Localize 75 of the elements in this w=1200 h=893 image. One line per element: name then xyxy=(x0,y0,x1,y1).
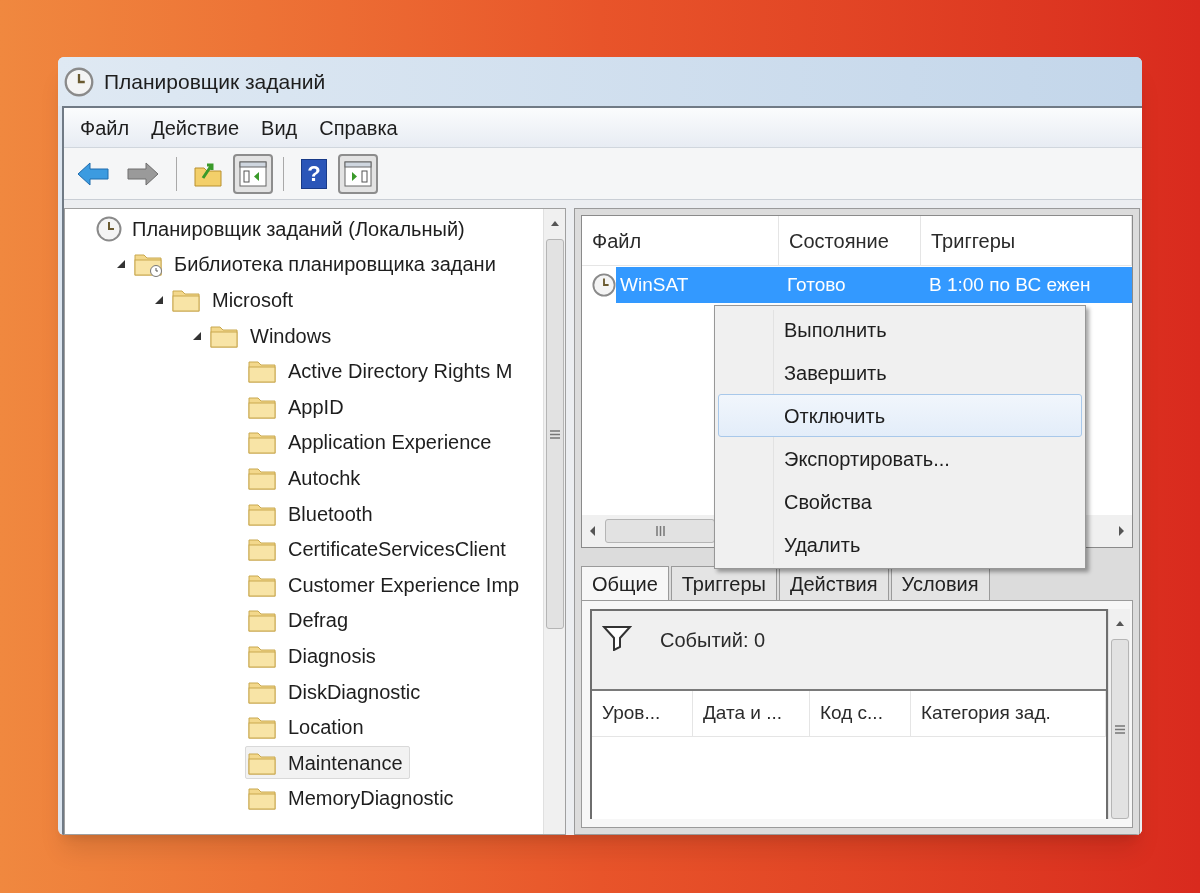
grip-icon xyxy=(655,526,665,536)
column-header[interactable]: Категория зад. xyxy=(911,691,1106,736)
tab[interactable]: Общие xyxy=(581,566,669,600)
tree-item[interactable]: Windows xyxy=(207,319,339,353)
scroll-left-arrow-icon[interactable] xyxy=(590,526,595,536)
tree-item[interactable]: Defrag xyxy=(245,603,356,637)
menu-item[interactable]: Экспортировать... xyxy=(718,437,1082,480)
menu-item[interactable]: Выполнить xyxy=(718,308,1082,351)
menu-item[interactable]: Вид xyxy=(253,113,306,143)
tree-item[interactable]: Microsoft xyxy=(169,283,301,317)
menu-item[interactable]: Справка xyxy=(311,113,406,143)
tree-item[interactable]: MemoryDiagnostic xyxy=(245,781,461,815)
menu-item[interactable]: Свойства xyxy=(718,480,1082,523)
grip-icon xyxy=(549,429,560,439)
tree-item[interactable]: Библиотека планировщика задани xyxy=(131,247,503,281)
window-title: Планировщик заданий xyxy=(104,68,326,95)
menu-item[interactable]: Завершить xyxy=(718,351,1082,394)
tree-item[interactable]: Bluetooth xyxy=(245,497,380,531)
tree-item[interactable]: Customer Experience Imp xyxy=(245,568,527,602)
filter-icon xyxy=(602,625,632,651)
vertical-scrollbar[interactable] xyxy=(543,209,565,834)
scrollbar-thumb[interactable] xyxy=(605,519,715,543)
folder-icon xyxy=(248,785,278,812)
expander-icon[interactable] xyxy=(154,295,164,305)
column-header[interactable]: Состояние xyxy=(779,216,921,265)
menu-item[interactable]: Файл xyxy=(72,113,138,143)
clock-icon xyxy=(96,215,122,242)
scroll-up-arrow-icon[interactable] xyxy=(549,221,560,227)
tree-item[interactable]: CertificateServicesClient xyxy=(245,532,513,566)
forward-arrow-icon[interactable] xyxy=(126,160,160,187)
clock-icon xyxy=(592,273,616,297)
grip-icon xyxy=(1114,724,1125,734)
tree-item[interactable]: Maintenance xyxy=(245,746,410,780)
tree-item[interactable]: Active Directory Rights M xyxy=(245,354,520,388)
folder-icon xyxy=(248,536,278,563)
folder-icon xyxy=(248,358,278,385)
scrollbar-thumb[interactable] xyxy=(545,239,564,629)
pane-toggle-icon[interactable] xyxy=(239,160,267,187)
scroll-right-arrow-icon[interactable] xyxy=(1119,526,1124,536)
pane-toggle-icon[interactable] xyxy=(344,160,372,187)
column-header[interactable]: Уров... xyxy=(592,691,693,736)
menu-item[interactable]: Отключить xyxy=(718,394,1082,437)
vertical-scrollbar[interactable] xyxy=(1108,609,1130,819)
tree-item[interactable]: Планировщик заданий (Локальный) xyxy=(93,212,472,246)
tab[interactable]: Триггеры xyxy=(670,566,777,600)
toolbar-button[interactable] xyxy=(338,153,378,194)
table-cell-text: WinSAT xyxy=(619,272,690,297)
folder-icon xyxy=(172,287,202,313)
column-header[interactable]: Дата и ... xyxy=(693,691,810,736)
expander-icon[interactable] xyxy=(192,330,202,341)
back-arrow-icon[interactable] xyxy=(76,160,110,187)
tree-item[interactable]: Application Experience xyxy=(245,425,499,459)
tree-item[interactable]: DiskDiagnostic xyxy=(245,675,428,708)
folder-icon xyxy=(248,714,278,741)
tree-item[interactable]: Autochk xyxy=(245,461,368,495)
folder-icon xyxy=(248,607,278,634)
scrollbar-thumb[interactable] xyxy=(1110,639,1129,819)
column-header[interactable]: Код с... xyxy=(810,691,911,736)
help-button[interactable]: ? xyxy=(294,153,334,194)
tree-item[interactable]: AppID xyxy=(245,390,351,424)
folder-clock-icon xyxy=(134,251,164,278)
column-header[interactable]: Файл xyxy=(582,216,779,265)
scroll-up-arrow-icon[interactable] xyxy=(1114,621,1125,627)
folder-icon xyxy=(248,429,278,456)
expander-icon[interactable] xyxy=(116,259,126,270)
toolbar-button[interactable] xyxy=(233,153,273,194)
table-cell-text: Готово xyxy=(786,272,847,297)
tree-item[interactable]: Location xyxy=(245,710,371,744)
table-cell-text: В 1:00 по ВС ежен xyxy=(928,272,1092,297)
event-count: Событий: 0 xyxy=(660,628,766,653)
clock-icon xyxy=(64,66,94,97)
column-header[interactable]: Триггеры xyxy=(921,216,1132,265)
menu-item[interactable]: Удалить xyxy=(718,523,1082,566)
menu-item[interactable]: Действие xyxy=(143,113,248,143)
tree-item[interactable]: Diagnosis xyxy=(245,639,383,673)
